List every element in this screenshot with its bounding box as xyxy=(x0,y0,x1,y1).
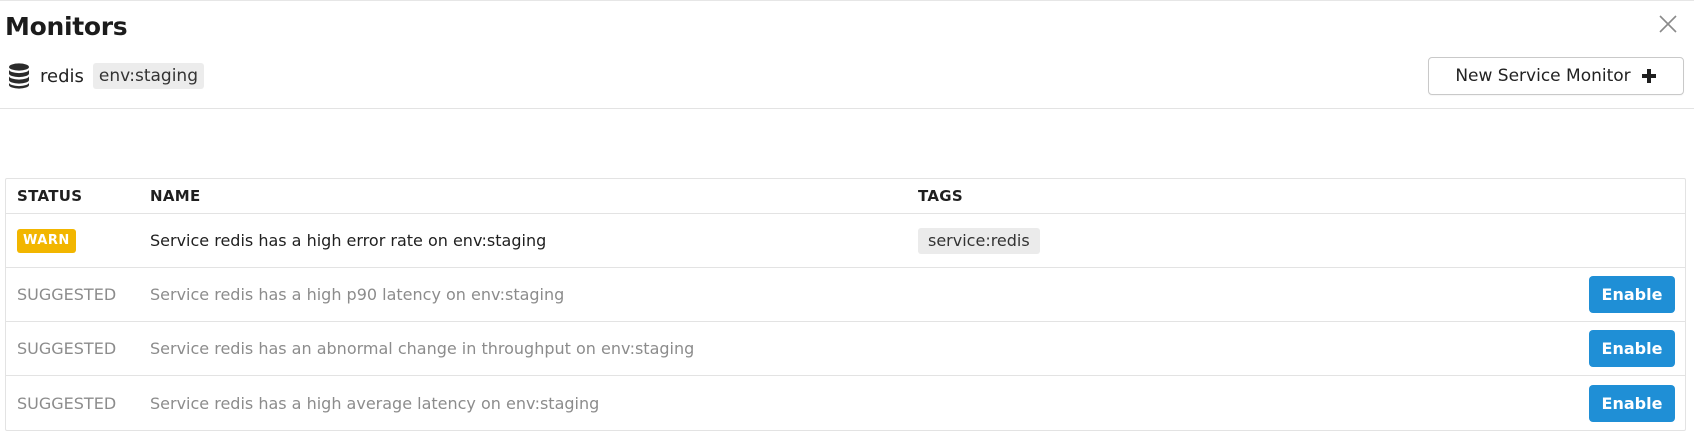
status-text: SUGGESTED xyxy=(17,285,117,304)
table-row[interactable]: WARN Service redis has a high error rate… xyxy=(6,214,1685,268)
action-cell: Enable xyxy=(1575,384,1685,422)
service-name: redis xyxy=(40,65,84,87)
table-header: STATUS NAME TAGS xyxy=(6,179,1685,214)
plus-icon xyxy=(1641,68,1657,84)
monitors-panel: Monitors redis env:staging New Service M… xyxy=(0,0,1694,435)
status-badge: WARN xyxy=(17,228,76,253)
database-icon xyxy=(8,63,30,89)
table-row[interactable]: SUGGESTED Service redis has a high avera… xyxy=(6,376,1685,430)
header-divider xyxy=(0,108,1694,109)
page-title: Monitors xyxy=(5,12,128,41)
monitor-name[interactable]: Service redis has a high error rate on e… xyxy=(150,231,918,250)
monitor-name[interactable]: Service redis has a high p90 latency on … xyxy=(150,285,918,304)
table-row[interactable]: SUGGESTED Service redis has an abnormal … xyxy=(6,322,1685,376)
new-service-monitor-button[interactable]: New Service Monitor xyxy=(1428,57,1684,95)
new-service-monitor-label: New Service Monitor xyxy=(1455,66,1631,86)
env-tag[interactable]: env:staging xyxy=(92,63,205,89)
service-tag[interactable]: service:redis xyxy=(918,227,1040,254)
column-header-name: NAME xyxy=(150,187,201,205)
monitor-name[interactable]: Service redis has an abnormal change in … xyxy=(150,339,918,358)
table-row[interactable]: SUGGESTED Service redis has a high p90 l… xyxy=(6,268,1685,322)
action-cell: Enable xyxy=(1575,330,1685,367)
top-border xyxy=(0,0,1694,1)
close-icon[interactable] xyxy=(1656,12,1680,36)
monitors-table: STATUS NAME TAGS WARN Service redis has … xyxy=(5,178,1686,431)
service-info: redis env:staging xyxy=(8,62,205,90)
enable-button[interactable]: Enable xyxy=(1589,276,1675,313)
enable-button[interactable]: Enable xyxy=(1589,384,1675,422)
column-header-tags: TAGS xyxy=(918,187,963,205)
column-header-status: STATUS xyxy=(17,187,83,205)
status-text: SUGGESTED xyxy=(17,339,117,358)
status-text: SUGGESTED xyxy=(17,393,117,413)
action-cell: Enable xyxy=(1575,276,1685,313)
monitor-name[interactable]: Service redis has a high average latency… xyxy=(150,394,918,413)
enable-button[interactable]: Enable xyxy=(1589,330,1675,367)
status-cell: WARN xyxy=(6,228,150,253)
tags-cell: service:redis xyxy=(918,227,1575,254)
